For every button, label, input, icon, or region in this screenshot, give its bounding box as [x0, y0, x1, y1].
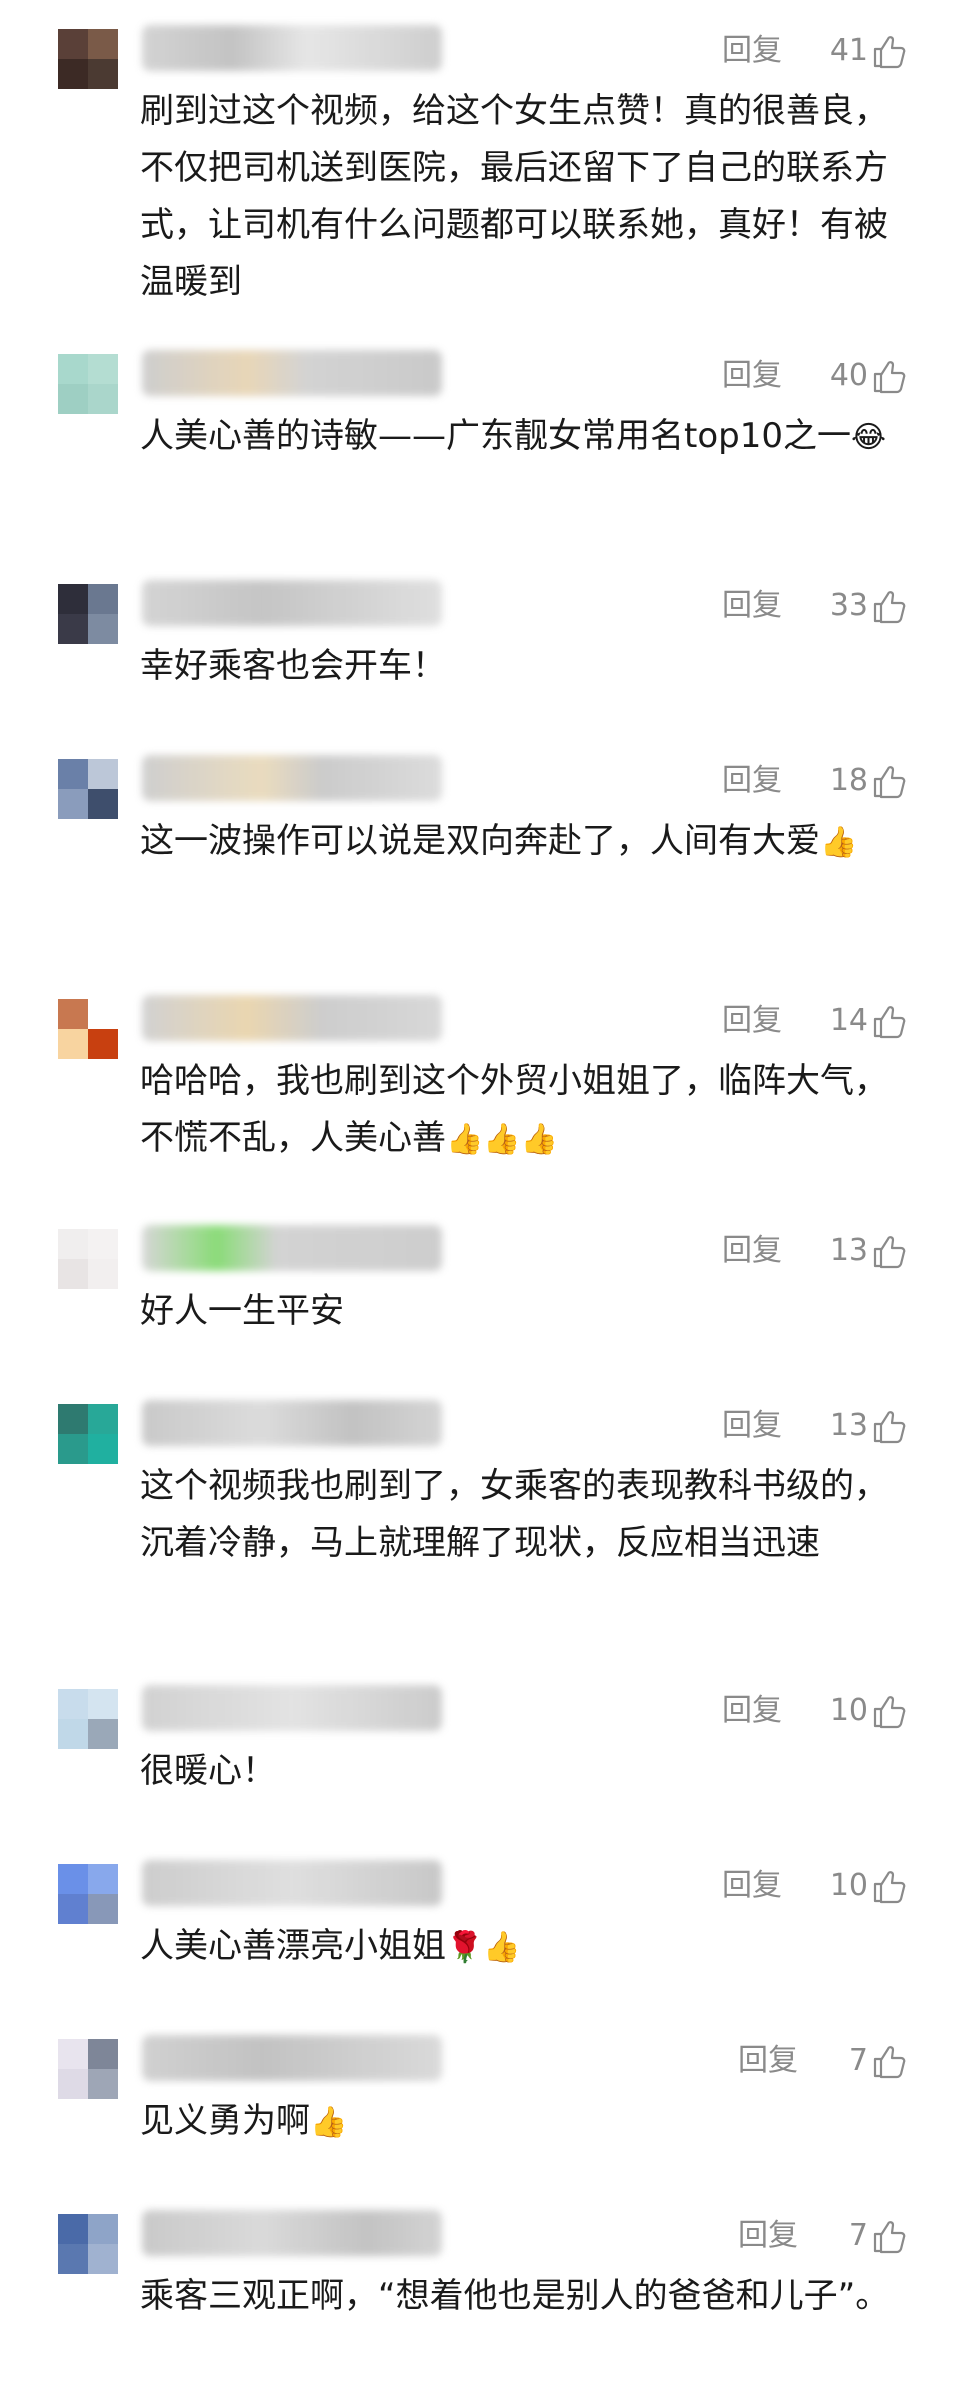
comment-item: 回复 40 人美心善的诗敏——广东靓女常用名top10之一😂: [0, 350, 960, 534]
avatar[interactable]: [58, 29, 118, 89]
comment-text: 哈哈哈，我也刷到这个外贸小姐姐了，临阵大气，不慌不乱，人美心善👍👍👍: [140, 1053, 910, 1167]
like-count: 7: [848, 2218, 868, 2253]
avatar[interactable]: [58, 354, 118, 414]
thumbs-up-icon[interactable]: [872, 1233, 906, 1269]
like-count: 41: [829, 33, 868, 68]
thumbs-up-icon[interactable]: [872, 2043, 906, 2079]
like-count: 10: [829, 1868, 868, 1903]
like-count: 7: [848, 2043, 868, 2078]
emoji-icon: 😂: [850, 419, 887, 455]
comment-item: 回复 7 见义勇为啊👍: [0, 2035, 960, 2162]
emoji-icon: 👍: [310, 2104, 348, 2140]
blurred-username[interactable]: [142, 350, 442, 396]
comment-text: 很暖心！: [140, 1743, 910, 1800]
emoji-icon: 👍: [820, 824, 858, 860]
comment-body: 这一波操作可以说是双向奔赴了，人间有大爱: [140, 821, 820, 861]
comment-text: 刷到过这个视频，给这个女生点赞！真的很善良，不仅把司机送到医院，最后还留下了自己…: [140, 83, 910, 311]
reply-button[interactable]: 回复: [722, 1406, 782, 1446]
reply-button[interactable]: 回复: [738, 2041, 798, 2081]
avatar[interactable]: [58, 2039, 118, 2099]
avatar[interactable]: [58, 1229, 118, 1289]
comment-body: 这个视频我也刷到了，女乘客的表现教科书级的，沉着冷静，马上就理解了现状，反应相当…: [140, 1466, 888, 1563]
comment-body: 好人一生平安: [140, 1291, 344, 1331]
comment-text: 这一波操作可以说是双向奔赴了，人间有大爱👍: [140, 813, 910, 870]
reply-button[interactable]: 回复: [722, 1001, 782, 1041]
comment-item: 回复 13 好人一生平安: [0, 1225, 960, 1352]
comment-text: 乘客三观正啊，“想着他也是别人的爸爸和儿子”。: [140, 2268, 910, 2325]
comment-item: 回复 41 刷到过这个视频，给这个女生点赞！真的很善良，不仅把司机送到医院，最后还留…: [0, 25, 960, 323]
comment-text: 见义勇为啊👍: [140, 2093, 910, 2150]
reply-button[interactable]: 回复: [738, 2216, 798, 2256]
blurred-username[interactable]: [142, 755, 442, 801]
comment-body: 见义勇为啊: [140, 2101, 310, 2141]
like-count: 18: [829, 763, 868, 798]
avatar[interactable]: [58, 584, 118, 644]
like-count: 13: [829, 1408, 868, 1443]
thumbs-up-icon[interactable]: [872, 2218, 906, 2254]
blurred-username[interactable]: [142, 1225, 442, 1271]
comment-body: 人美心善漂亮小姐姐: [140, 1926, 446, 1966]
comment-text: 好人一生平安: [140, 1283, 910, 1340]
reply-button[interactable]: 回复: [722, 356, 782, 396]
blurred-username[interactable]: [142, 2210, 442, 2256]
blurred-username[interactable]: [142, 25, 442, 71]
blurred-username[interactable]: [142, 2035, 442, 2081]
thumbs-up-icon[interactable]: [872, 1003, 906, 1039]
thumbs-up-icon[interactable]: [872, 1408, 906, 1444]
like-count: 13: [829, 1233, 868, 1268]
blurred-username[interactable]: [142, 1860, 442, 1906]
reply-button[interactable]: 回复: [722, 586, 782, 626]
blurred-username[interactable]: [142, 1400, 442, 1446]
thumbs-up-icon[interactable]: [872, 33, 906, 69]
comment-item: 回复 13 这个视频我也刷到了，女乘客的表现教科书级的，沉着冷静，马上就理解了现状，…: [0, 1400, 960, 1641]
reply-button[interactable]: 回复: [722, 31, 782, 71]
like-count: 14: [829, 1003, 868, 1038]
comment-item: 回复 10 人美心善漂亮小姐姐🌹👍: [0, 1860, 960, 1987]
like-count: 33: [829, 588, 868, 623]
blurred-username[interactable]: [142, 995, 442, 1041]
comment-body: 乘客三观正啊，“想着他也是别人的爸爸和儿子”。: [140, 2276, 890, 2316]
comment-item: 回复 18 这一波操作可以说是双向奔赴了，人间有大爱👍: [0, 755, 960, 939]
comment-body: 人美心善的诗敏——广东靓女常用名top10之一: [140, 416, 851, 456]
avatar[interactable]: [58, 999, 118, 1059]
avatar[interactable]: [58, 1689, 118, 1749]
comment-body: 刷到过这个视频，给这个女生点赞！真的很善良，不仅把司机送到医院，最后还留下了自己…: [140, 91, 888, 302]
avatar[interactable]: [58, 1864, 118, 1924]
blurred-username[interactable]: [142, 1685, 442, 1731]
thumbs-up-icon[interactable]: [872, 358, 906, 394]
reply-button[interactable]: 回复: [722, 1231, 782, 1271]
comment-item: 回复 14 哈哈哈，我也刷到这个外贸小姐姐了，临阵大气，不慌不乱，人美心善👍👍👍: [0, 995, 960, 1179]
comment-item: 回复 7 乘客三观正啊，“想着他也是别人的爸爸和儿子”。: [0, 2210, 960, 2394]
comment-text: 幸好乘客也会开车！: [140, 638, 910, 695]
reply-button[interactable]: 回复: [722, 1691, 782, 1731]
comment-item: 回复 33 幸好乘客也会开车！: [0, 580, 960, 707]
thumbs-up-icon[interactable]: [872, 763, 906, 799]
avatar[interactable]: [58, 1404, 118, 1464]
comment-body: 幸好乘客也会开车！: [140, 646, 446, 686]
reply-button[interactable]: 回复: [722, 761, 782, 801]
like-count: 10: [829, 1693, 868, 1728]
thumbs-up-icon[interactable]: [872, 588, 906, 624]
thumbs-up-icon[interactable]: [872, 1693, 906, 1729]
comment-text: 人美心善漂亮小姐姐🌹👍: [140, 1918, 910, 1975]
emoji-icon: 👍👍👍: [446, 1121, 559, 1157]
thumbs-up-icon[interactable]: [872, 1868, 906, 1904]
reply-button[interactable]: 回复: [722, 1866, 782, 1906]
avatar[interactable]: [58, 2214, 118, 2274]
like-count: 40: [829, 358, 868, 393]
comment-item: 回复 10 很暖心！: [0, 1685, 960, 1812]
emoji-icon: 🌹👍: [446, 1929, 521, 1965]
comment-text: 这个视频我也刷到了，女乘客的表现教科书级的，沉着冷静，马上就理解了现状，反应相当…: [140, 1458, 910, 1572]
blurred-username[interactable]: [142, 580, 442, 626]
avatar[interactable]: [58, 759, 118, 819]
comment-text: 人美心善的诗敏——广东靓女常用名top10之一😂: [140, 408, 910, 465]
comment-body: 很暖心！: [140, 1751, 276, 1791]
